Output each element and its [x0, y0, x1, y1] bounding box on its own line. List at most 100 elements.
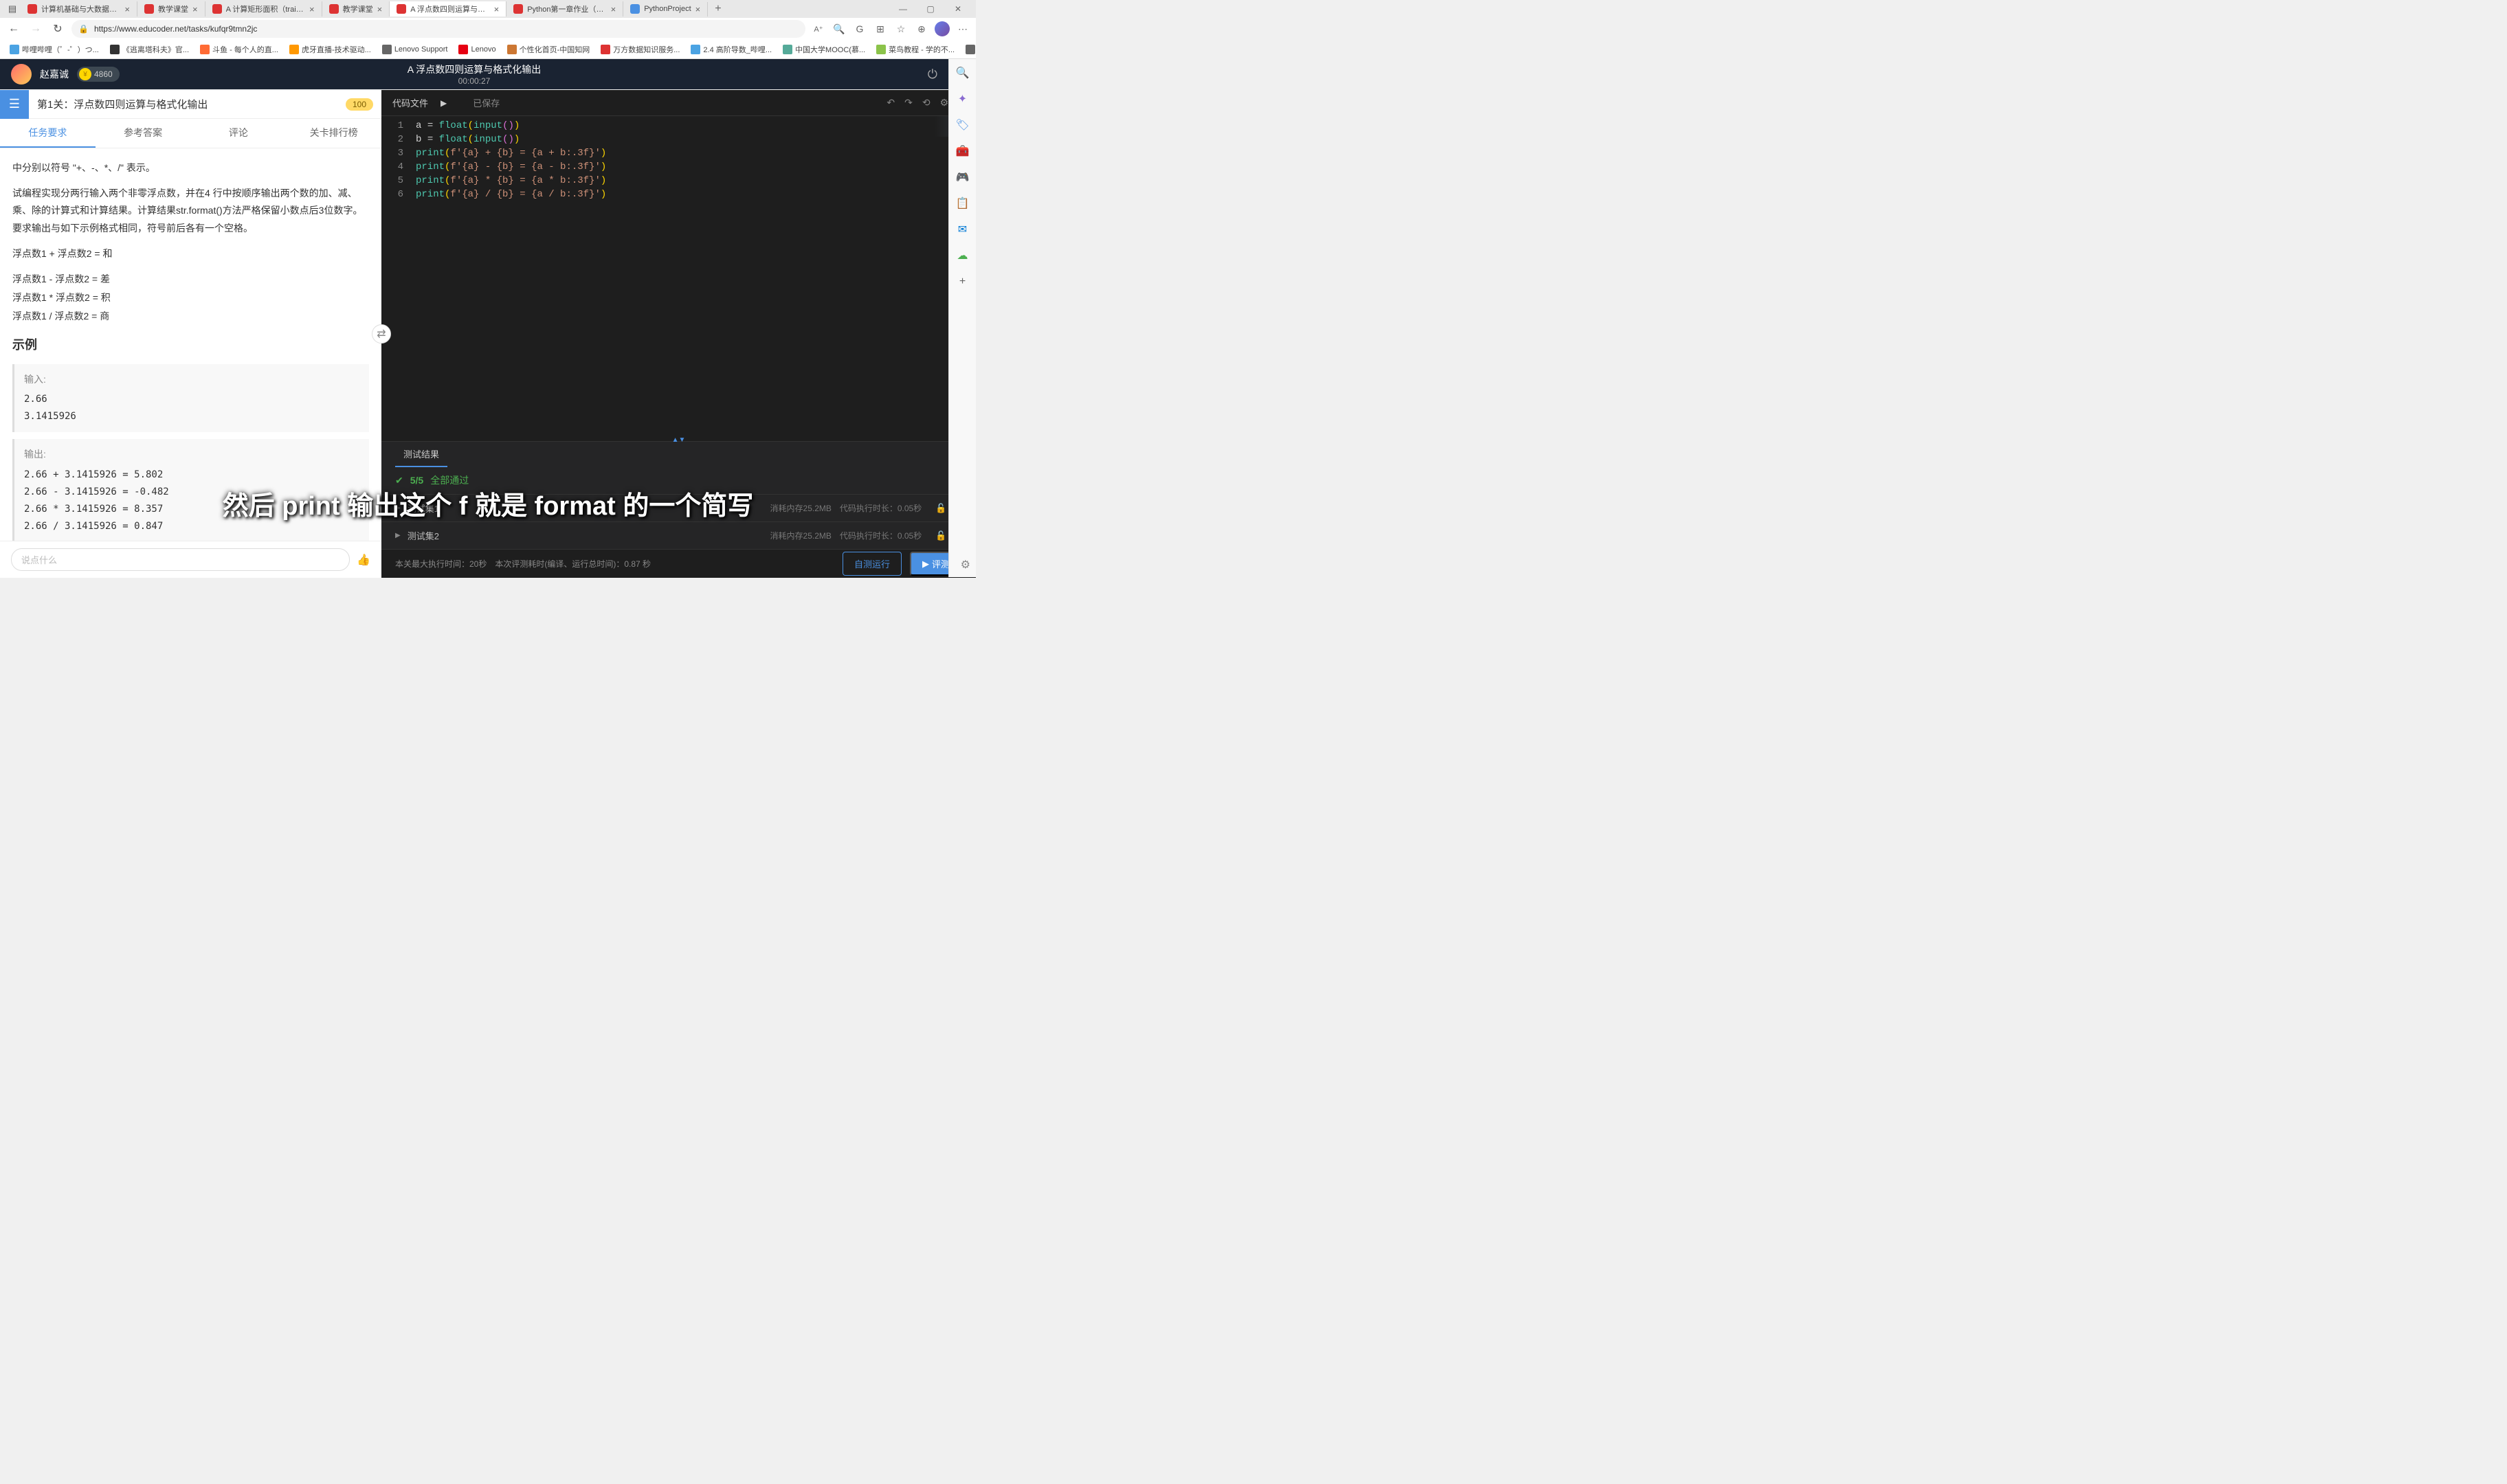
paragraph: 试编程实现分两行输入两个非零浮点数，并在4 行中按顺序输出两个数的加、减、乘、除… — [12, 185, 369, 237]
collections-icon[interactable]: ⊕ — [914, 21, 929, 36]
sidebar-search-icon[interactable]: 🔍 — [955, 65, 971, 81]
page-title: A 浮点数四则运算与格式化输出 — [408, 63, 541, 76]
undo-icon[interactable]: ↶ — [887, 97, 895, 109]
browser-tab-3[interactable]: 教学课堂× — [322, 1, 390, 16]
self-test-button[interactable]: 自测运行 — [843, 552, 902, 576]
bookmark-item[interactable]: 万方数据知识服务... — [597, 43, 684, 56]
input-label: 输入: — [24, 371, 359, 388]
bookmark-label: Lenovo Support — [394, 45, 448, 54]
bookmark-item[interactable]: 虎牙直播-技术驱动... — [285, 43, 375, 56]
sidebar-onedrive-icon[interactable]: ☁ — [955, 247, 971, 264]
example-line: 2.66 — [24, 391, 359, 408]
user-avatar[interactable] — [11, 64, 32, 85]
browser-tab-5[interactable]: Python第一章作业（中级） × — [506, 1, 623, 16]
sidebar-shopping-icon[interactable]: 🏷 — [955, 117, 971, 133]
bookmark-item[interactable]: 《逃离塔科夫》官... — [106, 43, 193, 56]
close-icon[interactable]: × — [124, 4, 130, 14]
maximize-button[interactable]: ▢ — [917, 0, 944, 18]
forward-button[interactable]: → — [27, 21, 44, 37]
bookmark-label: 虎牙直播-技术驱动... — [302, 44, 371, 55]
test-row-2[interactable]: ▶ 测试集2 消耗内存25.2MB 代码执行时长：0.05秒 🔓 ✔ — [381, 521, 976, 549]
browser-tab-6[interactable]: PythonProject× — [623, 2, 708, 16]
chevron-right-icon: ▶ — [395, 532, 401, 539]
settings-gear-icon[interactable]: ⚙ — [961, 558, 970, 572]
power-button[interactable]: ⏻ — [928, 67, 937, 82]
browser-tab-0[interactable]: 计算机基础与大数据分析× — [21, 1, 137, 16]
editor-tab[interactable]: 代码文件 — [392, 96, 428, 109]
close-icon[interactable]: × — [309, 4, 315, 14]
tab-title: Python第一章作业（中级） — [527, 3, 606, 14]
bottom-bar: 本关最大执行时间：20秒 本次评测耗时(编译、运行总时间)：0.87 秒 自测运… — [381, 549, 976, 578]
tab-comments[interactable]: 评论 — [191, 119, 287, 148]
comment-input[interactable]: 说点什么 — [11, 548, 350, 571]
redo-icon[interactable]: ↷ — [904, 97, 913, 109]
line-gutter: 1 2 3 4 5 6 — [381, 116, 410, 438]
menu-button[interactable]: ☰ — [0, 90, 29, 119]
browser-tab-4[interactable]: A 浮点数四则运算与格式化 × — [390, 1, 506, 16]
back-button[interactable]: ← — [5, 21, 22, 37]
new-tab-button[interactable]: + — [708, 3, 728, 15]
code-editor[interactable]: 1 2 3 4 5 6 a = float(input()) b = float… — [381, 116, 976, 438]
minimize-button[interactable]: — — [889, 0, 917, 18]
search-page-icon[interactable]: 🔍 — [832, 21, 847, 36]
sidebar-games-icon[interactable]: 🎮 — [955, 169, 971, 186]
like-button[interactable]: 👍 — [357, 553, 370, 567]
sidebar-office-icon[interactable]: 📋 — [955, 195, 971, 212]
extensions-icon[interactable]: ⊞ — [873, 21, 888, 36]
score-badge: 100 — [346, 98, 373, 111]
reset-icon[interactable]: ⟲ — [922, 97, 931, 109]
tab-bar: ▤ 计算机基础与大数据分析× 教学课堂× A 计算矩形面积（train-ss）×… — [0, 0, 976, 18]
browser-tab-1[interactable]: 教学课堂× — [137, 1, 205, 16]
bookmark-label: 菜鸟教程 - 学的不... — [889, 44, 955, 55]
example-line: 2.66 + 3.1415926 = 5.802 — [24, 466, 359, 484]
sidebar-outlook-icon[interactable]: ✉ — [955, 221, 971, 238]
bookmark-item[interactable]: Lenovo — [454, 43, 500, 56]
bookmark-label: 斗鱼 - 每个人的直... — [212, 44, 278, 55]
results-tab[interactable]: 测试结果 — [395, 442, 447, 467]
sidebar-tools-icon[interactable]: 🧰 — [955, 143, 971, 159]
url-bar[interactable]: 🔒 https://www.educoder.net/tasks/kufqr9t… — [71, 20, 805, 38]
translate-icon[interactable]: G — [852, 21, 867, 36]
close-icon[interactable]: × — [695, 4, 701, 14]
tabs-menu-icon[interactable]: ▤ — [4, 1, 21, 17]
sidebar-add-icon[interactable]: + — [955, 273, 971, 290]
bookmark-item[interactable]: 个性化首页-中国知网 — [503, 43, 594, 56]
close-icon[interactable]: × — [192, 4, 198, 14]
browser-chrome: ▤ 计算机基础与大数据分析× 教学课堂× A 计算矩形面积（train-ss）×… — [0, 0, 976, 60]
example-line: 3.1415926 — [24, 408, 359, 425]
bookmark-label: 2.4 高阶导数_哔哩... — [703, 44, 772, 55]
bookmark-item[interactable]: 哔哩哔哩（゜-゜）つ... — [5, 43, 103, 56]
reader-icon[interactable]: A⁺ — [811, 21, 826, 36]
vertical-resize-handle[interactable]: ▲▼ — [381, 438, 976, 441]
tab-answer[interactable]: 参考答案 — [96, 119, 191, 148]
close-window-button[interactable]: ✕ — [944, 0, 972, 18]
bookmark-item[interactable]: 中国大学MOOC(慕... — [779, 43, 869, 56]
panel-resize-handle[interactable]: ⇄ — [372, 324, 391, 344]
close-icon[interactable]: × — [377, 4, 383, 14]
formula-line: 浮点数1 + 浮点数2 = 和 — [12, 245, 369, 262]
browser-tab-2[interactable]: A 计算矩形面积（train-ss）× — [205, 1, 322, 16]
bookmark-item[interactable]: Lenovo Support — [378, 43, 452, 56]
bookmark-item[interactable]: 菜鸟教程 - 学的不... — [872, 43, 959, 56]
bookmark-item[interactable]: 斗鱼 - 每个人的直... — [196, 43, 282, 56]
code-body[interactable]: a = float(input()) b = float(input()) pr… — [410, 116, 976, 438]
tab-title: A 浮点数四则运算与格式化 — [410, 3, 489, 14]
bookmark-item[interactable]: 湖南工商大学 — [961, 43, 976, 56]
tab-requirements[interactable]: 任务要求 — [0, 119, 96, 148]
refresh-button[interactable]: ↻ — [49, 21, 66, 37]
profile-avatar[interactable] — [935, 21, 950, 36]
settings-icon[interactable]: ⚙ — [940, 97, 949, 109]
menu-icon[interactable]: ⋯ — [955, 21, 970, 36]
sidebar-copilot-icon[interactable]: ✦ — [955, 91, 971, 107]
close-icon[interactable]: × — [611, 4, 616, 14]
play-icon[interactable]: ▶ — [441, 98, 447, 108]
lock-icon: 🔓 — [935, 530, 946, 541]
tab-leaderboard[interactable]: 关卡排行榜 — [286, 119, 381, 148]
content-area[interactable]: 中分别以符号 "+、-、*、/" 表示。 试编程实现分两行输入两个非零浮点数，并… — [0, 148, 381, 541]
coin-badge[interactable]: ¥ 4860 — [77, 67, 120, 82]
close-icon[interactable]: × — [494, 4, 500, 14]
execution-info: 本关最大执行时间：20秒 本次评测耗时(编译、运行总时间)：0.87 秒 — [395, 558, 651, 570]
favorites-icon[interactable]: ☆ — [893, 21, 909, 36]
bookmark-label: 万方数据知识服务... — [613, 44, 680, 55]
bookmark-item[interactable]: 2.4 高阶导数_哔哩... — [687, 43, 776, 56]
